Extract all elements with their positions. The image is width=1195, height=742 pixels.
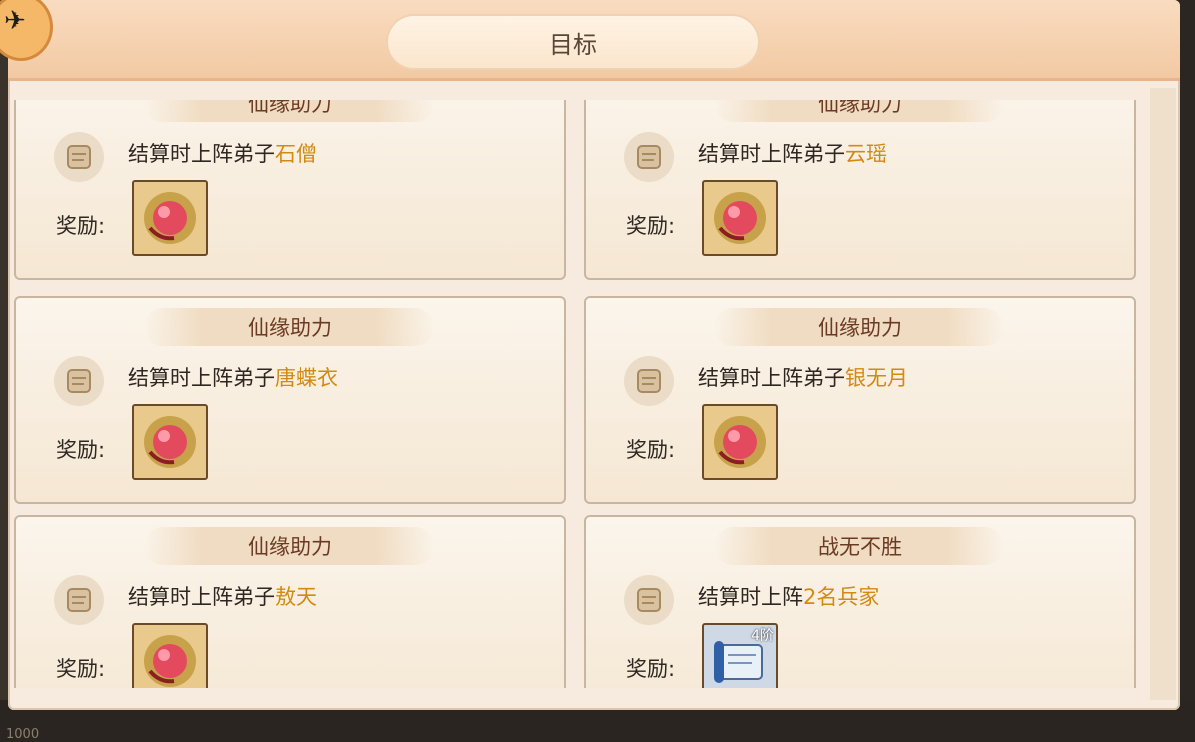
condition-prefix: 结算时上阵弟子	[128, 585, 275, 609]
card-title: 仙缘助力	[818, 100, 902, 116]
card-condition: 结算时上阵弟子唐蝶衣	[128, 362, 338, 392]
red-orb-gem-icon	[714, 416, 766, 468]
card-condition: 结算时上阵弟子石僧	[128, 138, 317, 168]
card-title: 仙缘助力	[248, 316, 332, 340]
card-title: 战无不胜	[818, 535, 902, 559]
bottom-counter: 1000	[6, 727, 40, 742]
reward-label: 奖励:	[56, 438, 106, 462]
goal-card: 仙缘助力 结算时上阵弟子石僧 奖励:	[14, 100, 566, 280]
page-title: 目标	[549, 30, 597, 59]
condition-prefix: 结算时上阵	[698, 585, 803, 609]
condition-highlight: 敖天	[275, 585, 317, 609]
tier-badge: 4阶	[751, 628, 774, 644]
reward-item-slot[interactable]: 4阶	[702, 623, 778, 688]
quest-scroll-icon	[624, 132, 674, 182]
goal-card: 仙缘助力 结算时上阵弟子唐蝶衣 奖励:	[14, 296, 566, 504]
goal-card: 仙缘助力 结算时上阵弟子敖天 奖励:	[14, 515, 566, 688]
target-panel: 目标 仙缘助力 结算时上阵弟子石僧 奖励: 仙缘助力 结算时上阵弟子云瑶 奖励:	[8, 0, 1180, 710]
reward-label: 奖励:	[626, 438, 676, 462]
red-orb-gem-icon	[144, 416, 196, 468]
goal-card: 仙缘助力 结算时上阵弟子云瑶 奖励:	[584, 100, 1136, 280]
reward-label: 奖励:	[56, 657, 106, 681]
condition-prefix: 结算时上阵弟子	[128, 142, 275, 166]
goal-list[interactable]: 仙缘助力 结算时上阵弟子石僧 奖励: 仙缘助力 结算时上阵弟子云瑶 奖励: 仙缘…	[14, 100, 1149, 688]
goal-card: 战无不胜 结算时上阵2名兵家 奖励: 4阶	[584, 515, 1136, 688]
condition-highlight: 银无月	[845, 366, 908, 390]
card-condition: 结算时上阵弟子敖天	[128, 581, 317, 611]
goal-card: 仙缘助力 结算时上阵弟子银无月 奖励:	[584, 296, 1136, 504]
condition-highlight: 2名兵家	[803, 585, 880, 609]
red-orb-gem-icon	[714, 192, 766, 244]
quest-scroll-icon	[54, 132, 104, 182]
quest-scroll-icon	[54, 575, 104, 625]
scrollbar-track[interactable]	[1150, 88, 1176, 700]
condition-highlight: 云瑶	[845, 142, 887, 166]
card-condition: 结算时上阵弟子云瑶	[698, 138, 887, 168]
reward-label: 奖励:	[626, 657, 676, 681]
reward-item-slot[interactable]	[132, 404, 208, 480]
panel-header: 目标	[8, 0, 1180, 81]
condition-prefix: 结算时上阵弟子	[698, 366, 845, 390]
card-condition: 结算时上阵弟子银无月	[698, 362, 908, 392]
condition-prefix: 结算时上阵弟子	[698, 142, 845, 166]
reward-item-slot[interactable]	[702, 404, 778, 480]
reward-item-slot[interactable]	[132, 180, 208, 256]
card-condition: 结算时上阵2名兵家	[698, 581, 879, 611]
card-title: 仙缘助力	[248, 100, 332, 116]
card-title: 仙缘助力	[248, 535, 332, 559]
reward-item-slot[interactable]	[132, 623, 208, 688]
quest-scroll-icon	[624, 575, 674, 625]
condition-highlight: 唐蝶衣	[275, 366, 338, 390]
reward-label: 奖励:	[626, 214, 676, 238]
condition-prefix: 结算时上阵弟子	[128, 366, 275, 390]
reward-label: 奖励:	[56, 214, 106, 238]
reward-item-slot[interactable]	[702, 180, 778, 256]
title-plate: 目标	[388, 16, 758, 68]
red-orb-gem-icon	[144, 635, 196, 687]
quest-scroll-icon	[624, 356, 674, 406]
card-title: 仙缘助力	[818, 316, 902, 340]
condition-highlight: 石僧	[275, 142, 317, 166]
quest-scroll-icon	[54, 356, 104, 406]
avatar-icon: ✈	[4, 6, 26, 36]
red-orb-gem-icon	[144, 192, 196, 244]
